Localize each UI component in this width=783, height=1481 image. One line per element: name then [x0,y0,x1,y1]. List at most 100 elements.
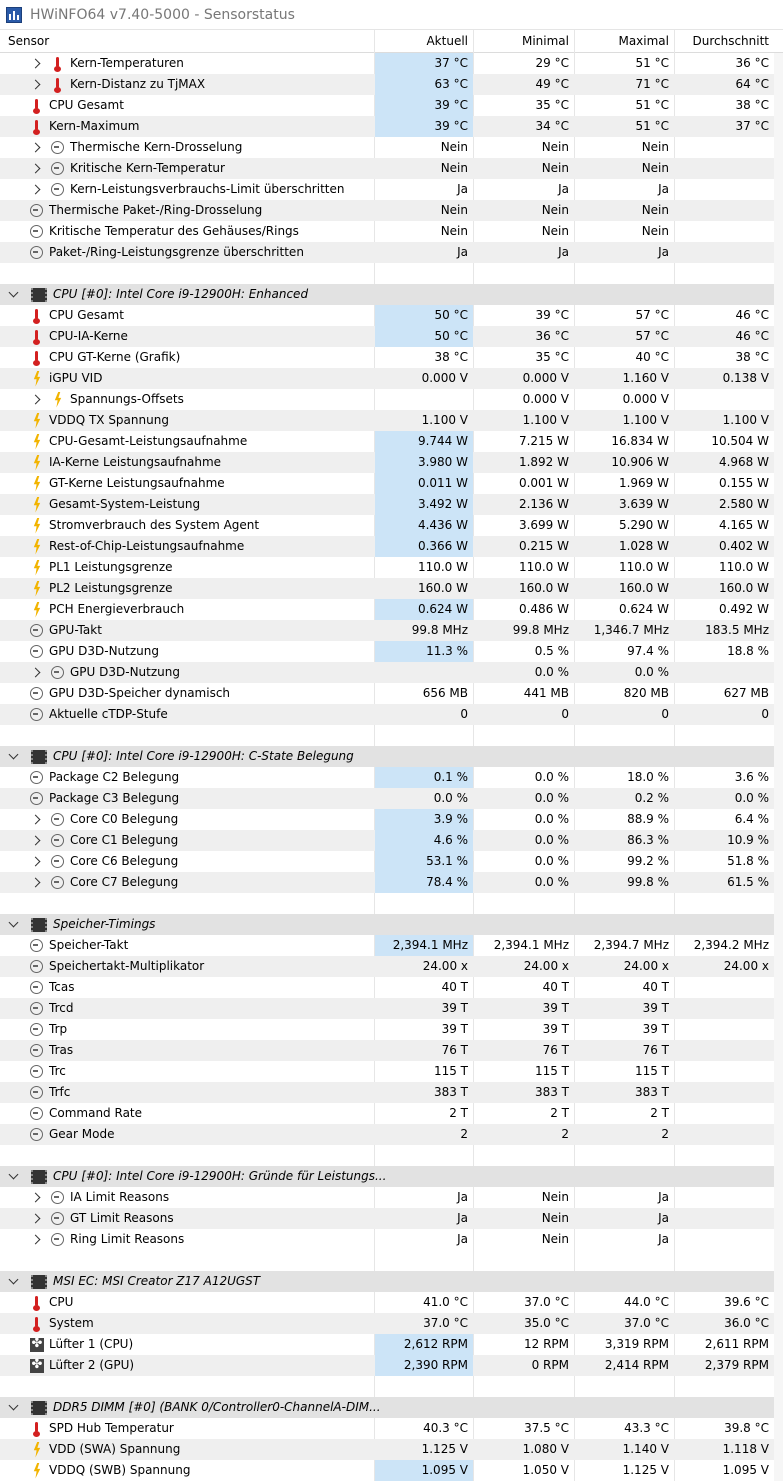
group-header[interactable]: CPU [#0]: Intel Core i9-12900H: Gründe f… [8,1166,386,1187]
sensor-row[interactable]: GPU D3D-Nutzung 0.0 % 0.0 % [0,662,774,683]
sensor-row[interactable]: VDDQ (SWB) Spannung 1.095 V 1.050 V 1.125 V… [0,1460,774,1481]
sensor-row[interactable]: Gesamt-System-Leistung 3.492 W 2.136 W 3.63… [0,494,774,515]
column-header: Sensor Aktuell Minimal Maximal Durchschn… [0,30,783,53]
sensor-row[interactable]: Core C7 Belegung 78.4 % 0.0 % 99.8 % 61.5 % [0,872,774,893]
sensor-group-row[interactable]: CPU [#0]: Intel Core i9-12900H: Enhanced [0,284,774,305]
group-header[interactable]: CPU [#0]: Intel Core i9-12900H: C-State … [8,746,354,767]
column-header-minimum[interactable]: Minimal [474,30,574,52]
sensor-row[interactable]: Lüfter 2 (GPU) 2,390 RPM 0 RPM 2,414 RPM 2,3… [0,1355,774,1376]
sensor-row[interactable]: Package C3 Belegung 0.0 % 0.0 % 0.2 % 0.0 % [0,788,774,809]
vertical-scrollbar[interactable] [774,53,783,1481]
sensor-row[interactable]: Trfc 383 T 383 T 383 T [0,1082,774,1103]
sensor-row[interactable]: Thermische Paket-/Ring-Drosselung Nein Nei… [0,200,774,221]
chevron-right-icon[interactable] [30,58,41,69]
sensor-row[interactable]: PL1 Leistungsgrenze 110.0 W 110.0 W 110.0 W… [0,557,774,578]
sensor-row[interactable]: Lüfter 1 (CPU) 2,612 RPM 12 RPM 3,319 RPM 2,… [0,1334,774,1355]
sensor-group-row[interactable]: Speicher-Timings [0,914,774,935]
sensor-row[interactable]: CPU-IA-Kerne 50 °C 36 °C 57 °C 46 °C [0,326,774,347]
sensor-row[interactable]: System 37.0 °C 35.0 °C 37.0 °C 36.0 °C [0,1313,774,1334]
sensor-row[interactable]: CPU Gesamt 50 °C 39 °C 57 °C 46 °C [0,305,774,326]
chevron-right-icon[interactable] [30,1234,41,1245]
chevron-down-icon[interactable] [8,287,19,298]
chevron-right-icon[interactable] [30,667,41,678]
sensor-row[interactable]: Kern-Temperaturen 37 °C 29 °C 51 °C 36 °C [0,53,774,74]
chevron-right-icon[interactable] [30,1192,41,1203]
group-header[interactable]: DDR5 DIMM [#0] (BANK 0/Controller0-Chann… [8,1397,381,1418]
chevron-down-icon[interactable] [8,1169,19,1180]
sensor-row[interactable]: Command Rate 2 T 2 T 2 T [0,1103,774,1124]
sensor-row[interactable]: Package C2 Belegung 0.1 % 0.0 % 18.0 % 3.6 % [0,767,774,788]
value-average [675,179,774,200]
sensor-row[interactable]: CPU 41.0 °C 37.0 °C 44.0 °C 39.6 °C [0,1292,774,1313]
sensor-row[interactable]: Trc 115 T 115 T 115 T [0,1061,774,1082]
sensor-row[interactable]: Spannungs-Offsets 0.000 V 0.000 V [0,389,774,410]
sensor-row[interactable]: Tcas 40 T 40 T 40 T [0,977,774,998]
column-header-current[interactable]: Aktuell [375,30,473,52]
sensor-row[interactable]: Kritische Temperatur des Gehäuses/Rings N… [0,221,774,242]
sensor-row[interactable]: Ring Limit Reasons Ja Nein Ja [0,1229,774,1250]
sensor-row[interactable]: Aktuelle cTDP-Stufe 0 0 0 0 [0,704,774,725]
sensor-row[interactable]: Kern-Distanz zu TjMAX 63 °C 49 °C 71 °C 64 °… [0,74,774,95]
sensor-row[interactable]: Trp 39 T 39 T 39 T [0,1019,774,1040]
sensor-row[interactable]: Kern-Leistungsverbrauchs-Limit überschri… [0,179,774,200]
sensor-row[interactable]: Gear Mode 2 2 2 [0,1124,774,1145]
chip-icon [31,1400,47,1415]
sensor-row[interactable]: GPU D3D-Nutzung 11.3 % 0.5 % 97.4 % 18.8 % [0,641,774,662]
sensor-row[interactable]: Tras 76 T 76 T 76 T [0,1040,774,1061]
chevron-right-icon[interactable] [30,184,41,195]
chevron-right-icon[interactable] [30,142,41,153]
column-header-maximum[interactable]: Maximal [575,30,674,52]
sensor-row[interactable]: Core C0 Belegung 3.9 % 0.0 % 88.9 % 6.4 % [0,809,774,830]
sensor-row[interactable]: GPU-Takt 99.8 MHz 99.8 MHz 1,346.7 MHz 183.5… [0,620,774,641]
sensor-row[interactable]: VDDQ TX Spannung 1.100 V 1.100 V 1.100 V 1.1… [0,410,774,431]
column-header-sensor[interactable]: Sensor [8,30,368,52]
sensor-row[interactable]: IA Limit Reasons Ja Nein Ja [0,1187,774,1208]
chevron-right-icon[interactable] [30,814,41,825]
chevron-right-icon[interactable] [30,877,41,888]
sensor-row[interactable]: CPU-Gesamt-Leistungsaufnahme 9.744 W 7.215… [0,431,774,452]
sensor-row[interactable]: VDD (SWA) Spannung 1.125 V 1.080 V 1.140 V 1… [0,1439,774,1460]
group-header[interactable]: MSI EC: MSI Creator Z17 A12UGST [8,1271,260,1292]
sensor-row[interactable]: PL2 Leistungsgrenze 160.0 W 160.0 W 160.0 W… [0,578,774,599]
sensor-row[interactable]: CPU Gesamt 39 °C 35 °C 51 °C 38 °C [0,95,774,116]
value-maximum: Ja [658,182,669,196]
sensor-group-row[interactable]: MSI EC: MSI Creator Z17 A12UGST [0,1271,774,1292]
sensor-name: CPU GT-Kerne (Grafik) [49,350,181,364]
sensor-name-cell: IA Limit Reasons [30,1187,169,1208]
chevron-right-icon[interactable] [30,79,41,90]
column-header-average[interactable]: Durchschnitt [675,30,774,52]
sensor-group-row[interactable]: CPU [#0]: Intel Core i9-12900H: C-State … [0,746,774,767]
chevron-down-icon[interactable] [8,1400,19,1411]
sensor-row[interactable]: IA-Kerne Leistungsaufnahme 3.980 W 1.892 W… [0,452,774,473]
chevron-right-icon[interactable] [30,835,41,846]
chevron-right-icon[interactable] [30,1213,41,1224]
sensor-row[interactable]: Rest-of-Chip-Leistungsaufnahme 0.366 W 0.2… [0,536,774,557]
sensor-row[interactable]: Kritische Kern-Temperatur Nein Nein Nein [0,158,774,179]
group-header[interactable]: Speicher-Timings [8,914,155,935]
sensor-row[interactable]: SPD Hub Temperatur 40.3 °C 37.5 °C 43.3 °C 3… [0,1418,774,1439]
sensor-row[interactable]: GPU D3D-Speicher dynamisch 656 MB 441 MB 82… [0,683,774,704]
sensor-row[interactable]: Stromverbrauch des System Agent 4.436 W 3.… [0,515,774,536]
group-header[interactable]: CPU [#0]: Intel Core i9-12900H: Enhanced [8,284,308,305]
sensor-row[interactable]: Thermische Kern-Drosselung Nein Nein Nein [0,137,774,158]
chevron-right-icon[interactable] [30,163,41,174]
sensor-row[interactable]: GT-Kerne Leistungsaufnahme 0.011 W 0.001 W… [0,473,774,494]
sensor-row[interactable]: CPU GT-Kerne (Grafik) 38 °C 35 °C 40 °C 38 °… [0,347,774,368]
sensor-row[interactable]: GT Limit Reasons Ja Nein Ja [0,1208,774,1229]
sensor-row[interactable]: Speichertakt-Multiplikator 24.00 x 24.00 x… [0,956,774,977]
chevron-right-icon[interactable] [30,394,41,405]
sensor-group-row[interactable]: CPU [#0]: Intel Core i9-12900H: Gründe f… [0,1166,774,1187]
chevron-down-icon[interactable] [8,749,19,760]
chevron-right-icon[interactable] [30,856,41,867]
sensor-row[interactable]: PCH Energieverbrauch 0.624 W 0.486 W 0.624 … [0,599,774,620]
sensor-row[interactable]: iGPU VID 0.000 V 0.000 V 1.160 V 0.138 V [0,368,774,389]
sensor-row[interactable]: Core C6 Belegung 53.1 % 0.0 % 99.2 % 51.8 % [0,851,774,872]
sensor-row[interactable]: Trcd 39 T 39 T 39 T [0,998,774,1019]
sensor-row[interactable]: Speicher-Takt 2,394.1 MHz 2,394.1 MHz 2,394… [0,935,774,956]
sensor-group-row[interactable]: DDR5 DIMM [#0] (BANK 0/Controller0-Chann… [0,1397,774,1418]
sensor-row[interactable]: Kern-Maximum 39 °C 34 °C 51 °C 37 °C [0,116,774,137]
chevron-down-icon[interactable] [8,1274,19,1285]
sensor-row[interactable]: Paket-/Ring-Leistungsgrenze überschritte… [0,242,774,263]
chevron-down-icon[interactable] [8,917,19,928]
sensor-row[interactable]: Core C1 Belegung 4.6 % 0.0 % 86.3 % 10.9 % [0,830,774,851]
